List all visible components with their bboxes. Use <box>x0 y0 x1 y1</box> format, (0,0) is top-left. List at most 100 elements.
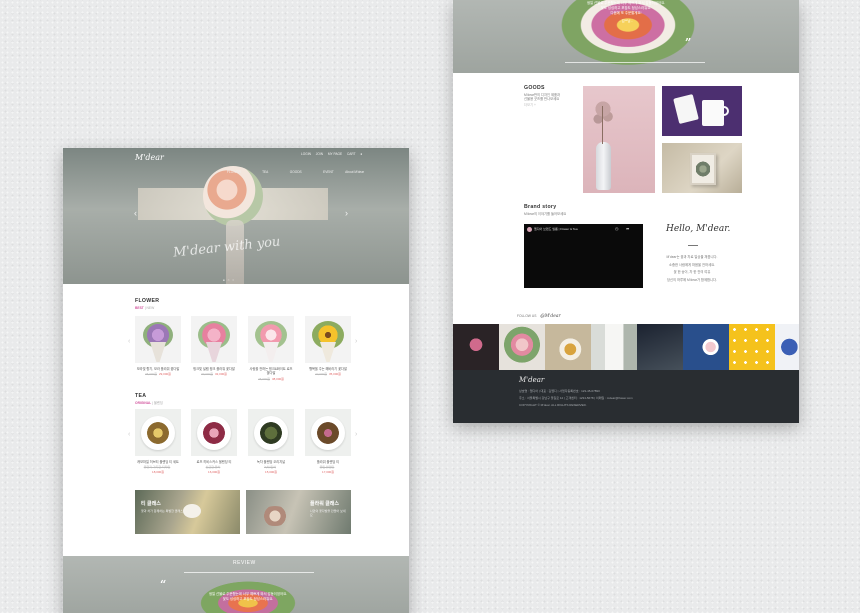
insta-post[interactable] <box>545 324 591 370</box>
insta-handle[interactable]: @M'dear <box>540 314 560 319</box>
banner-desc: 꽃과 차가 함께하는 특별한 클래스 <box>141 509 183 513</box>
product-price: 35,000원 29,000원 <box>145 372 171 377</box>
footer-info: 주소 : 서울특별시 강남구 꽃길로 12 | 고객센터 : 1234-5678… <box>519 396 633 400</box>
goods-section-title: GOODS <box>524 85 545 91</box>
nav-tea[interactable]: TEA <box>262 170 268 174</box>
product-price: 45,000원 38,000원 <box>258 376 284 381</box>
tea-next-arrow-icon[interactable]: › <box>355 431 357 438</box>
product-name: 행복을 주는 해바라기 꽃다발 <box>309 367 347 371</box>
goods-more-link[interactable]: 더보기 + <box>524 103 560 107</box>
product-sub: 꽃향기 가득한 티타임 <box>143 465 171 470</box>
nav-about[interactable]: About M'dear <box>345 170 364 174</box>
insta-post[interactable] <box>775 324 799 370</box>
tab-blending[interactable]: 블렌딩 <box>154 401 163 405</box>
product-card[interactable]: 행복을 주는 해바라기 꽃다발 42,000원 35,000원 <box>305 316 351 376</box>
hero-next-arrow-icon[interactable]: › <box>345 208 348 218</box>
flower-next-arrow-icon[interactable]: › <box>355 338 357 345</box>
hero-pagination[interactable]: ● ○ ○ <box>223 278 235 282</box>
insta-post[interactable] <box>729 324 775 370</box>
brand-script-title: Hello, M'dear. <box>666 224 731 234</box>
cart-link[interactable]: CART <box>347 152 356 156</box>
product-sub: 꽃잎 블렌딩 <box>319 465 335 470</box>
site-logo[interactable]: M'dear <box>135 153 164 162</box>
nav-event[interactable]: EVENT <box>323 170 334 174</box>
tea-class-banner[interactable]: 티 클래스 꽃과 차가 함께하는 특별한 클래스 <box>135 490 240 534</box>
goods-mug-image[interactable] <box>662 86 742 136</box>
product-image <box>305 316 351 363</box>
product-image <box>191 316 237 363</box>
product-card[interactable]: 플라워 블렌딩 티 꽃잎 블렌딩 17,000원 <box>305 409 351 474</box>
insta-post[interactable] <box>591 324 637 370</box>
product-name: 로즈 히비스커스 블렌딩 티 <box>196 460 232 464</box>
tab-original[interactable]: ORIGINAL <box>135 401 151 405</box>
product-card[interactable]: 캐모마일 허브티 블렌딩 티 세트 꽃향기 가득한 티타임 18,000원 <box>135 409 181 474</box>
review-text: 생일 선물로 주문했는데 너무 예쁘게 와서 감동이었어요. 꽃도 싱싱하고 포… <box>586 1 666 23</box>
product-card[interactable]: 로즈 히비스커스 블렌딩 티 상큼한 꽃차 16,000원 <box>191 409 237 474</box>
footer-info: 상호명 : 엠디어 | 대표 : 김엠디 | 사업자등록번호 : 123-45-… <box>519 389 600 393</box>
quote-close-icon: ” <box>685 36 692 49</box>
join-link[interactable]: JOIN <box>316 152 323 156</box>
insta-post[interactable] <box>453 324 499 370</box>
hero-prev-arrow-icon[interactable]: ‹ <box>134 208 137 218</box>
watch-later-icon[interactable]: ◷ <box>615 226 619 231</box>
product-image <box>191 409 237 456</box>
product-sub: 녹차 잎차 <box>264 465 276 470</box>
flower-tabs: BEST | NEW <box>135 306 155 310</box>
insta-post[interactable] <box>637 324 683 370</box>
banner-desc: 나만의 꽃다발을 만들어 보세요 <box>310 509 346 518</box>
banner-title: 티 클래스 <box>141 501 161 507</box>
goods-frame-image[interactable] <box>662 143 742 193</box>
flower-class-banner[interactable]: 플라워 클래스 나만의 꽃다발을 만들어 보세요 <box>246 490 351 534</box>
nav-flower[interactable]: FLOWER <box>227 170 241 174</box>
product-price: 39,000원 32,000원 <box>201 372 227 377</box>
flower-prev-arrow-icon[interactable]: ‹ <box>128 338 130 345</box>
tab-new[interactable]: NEW <box>147 306 155 310</box>
tea-section-title: TEA <box>135 393 147 399</box>
goods-desc: M'dear만의 디자인 제품과 선물용 굿즈를 만나보세요 더보기 + <box>524 93 561 107</box>
product-name: 플라워 블렌딩 티 <box>316 460 340 464</box>
product-sub: 상큼한 꽃차 <box>205 465 221 470</box>
share-icon[interactable]: ➦ <box>626 226 629 231</box>
brand-divider <box>688 245 698 246</box>
product-card[interactable]: 사랑을 전하는 핑크&화이트 로즈 꽃다발 45,000원 38,000원 <box>248 316 294 381</box>
review-divider <box>184 572 314 573</box>
product-price: 16,000원 <box>208 470 220 475</box>
insta-label: FOLLOW US <box>517 314 537 318</box>
product-card[interactable]: 보라빛 향기, 보라 플라워 꽃다발 35,000원 29,000원 <box>135 316 181 376</box>
brand-story-text: M'dear는 꽃과 차로 일상을 채웁니다. 소중한 사람에게 마음을 전하세… <box>666 255 718 282</box>
footer-logo[interactable]: M'dear <box>519 376 544 384</box>
hero-banner: M'dear LOGIN JOIN MY PAGE CART ● FLOWER … <box>63 148 409 284</box>
product-name: 사랑을 전하는 핑크&화이트 로즈 꽃다발 <box>249 367 293 376</box>
login-link[interactable]: LOGIN <box>301 152 311 156</box>
product-card[interactable]: 녹차 블렌딩 오리지널 녹차 잎차 15,000원 <box>248 409 294 474</box>
banner-title: 플라워 클래스 <box>310 501 339 507</box>
review-section: REVIEW “ 생일 선물로 주문했는데 너무 예쁘게 와서 감동이었어요. … <box>63 556 409 613</box>
product-price: 18,000원 <box>152 470 164 475</box>
tea-prev-arrow-icon[interactable]: ‹ <box>128 431 130 438</box>
product-card[interactable]: 핑크빛 설렘 핑크 플라워 꽃다발 39,000원 32,000원 <box>191 316 237 376</box>
cart-icon[interactable]: ● <box>360 152 362 156</box>
goods-vase-image[interactable] <box>583 86 655 193</box>
insta-post[interactable] <box>683 324 729 370</box>
review-title: REVIEW <box>233 560 256 566</box>
main-page-lower-mockup: 생일 선물로 주문했는데 너무 예쁘게 와서 감동이었어요. 꽃도 싱싱하고 포… <box>453 0 799 423</box>
tab-best[interactable]: BEST <box>135 306 144 310</box>
product-name: 녹차 블렌딩 오리지널 <box>256 460 286 464</box>
review-divider <box>565 62 705 63</box>
nav-goods[interactable]: GOODS <box>290 170 302 174</box>
brand-story-title: Brand story <box>524 204 557 210</box>
product-image <box>248 409 294 456</box>
product-name: 보라빛 향기, 보라 플라워 꽃다발 <box>136 367 180 371</box>
review-section-continued: 생일 선물로 주문했는데 너무 예쁘게 와서 감동이었어요. 꽃도 싱싱하고 포… <box>453 0 799 73</box>
product-image <box>305 409 351 456</box>
product-image <box>135 409 181 456</box>
channel-avatar <box>527 227 532 232</box>
brand-story-sub: M'dear의 이야기를 들어보세요 <box>524 212 567 216</box>
product-price: 15,000원 <box>265 470 277 475</box>
insta-post[interactable] <box>499 324 545 370</box>
insta-header: FOLLOW US @M'dear <box>517 314 561 320</box>
main-nav: FLOWER TEA GOODS EVENT About M'dear <box>227 160 371 178</box>
brand-video-player[interactable]: 엠디어 브랜드 필름 | Flower & Tea ◷ ➦ <box>524 224 643 288</box>
mypage-link[interactable]: MY PAGE <box>328 152 342 156</box>
footer-copyright: COPYRIGHT © M'dear. ALL RIGHTS RESERVED. <box>519 403 587 407</box>
